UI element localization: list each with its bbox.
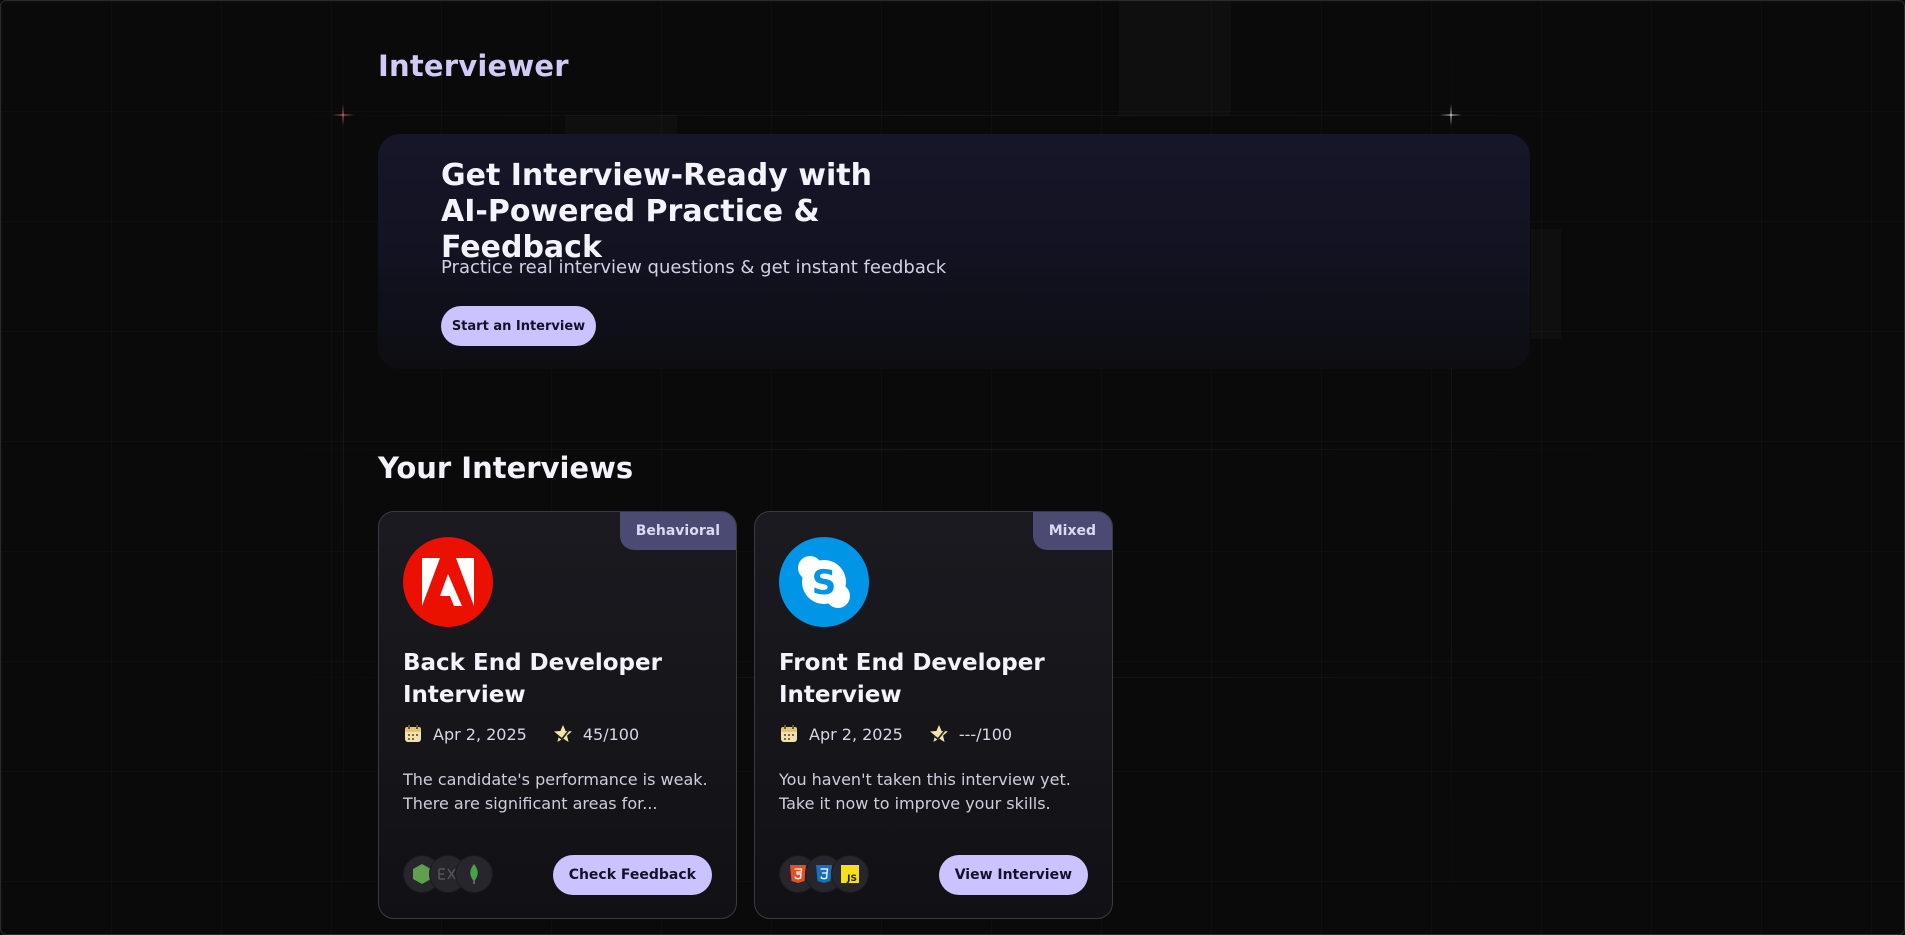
star-icon	[553, 725, 572, 742]
brand-logo[interactable]: Interviewer	[378, 49, 569, 83]
grid-line	[231, 449, 1671, 450]
tech-stack: JS	[779, 855, 869, 893]
grid-line	[343, 1, 344, 934]
adobe-icon	[403, 537, 493, 627]
hero-subtitle: Practice real interview questions & get …	[441, 257, 947, 278]
interview-title: Back End Developer Interview	[403, 650, 662, 708]
interview-description: You haven't taken this interview yet. Ta…	[779, 770, 1071, 813]
view-interview-button[interactable]: View Interview	[938, 855, 1088, 895]
tech-stack	[403, 855, 493, 893]
svg-text:JS: JS	[846, 874, 857, 883]
star-icon	[929, 725, 948, 742]
interview-card: Behavioral Back End Developer Interview	[378, 511, 737, 919]
background-tile	[1119, 1, 1231, 115]
start-interview-button[interactable]: Start an Interview	[441, 306, 596, 346]
interview-type-badge: Behavioral	[619, 512, 736, 550]
interview-score: 45/100	[582, 724, 640, 744]
interview-title: Front End Developer Interview	[779, 650, 1045, 708]
interview-meta: Apr 2, 2025 45/100	[403, 724, 639, 744]
javascript-icon: JS	[831, 855, 869, 893]
background-tile	[565, 115, 677, 135]
interview-meta: Apr 2, 2025 ---/100	[779, 724, 1012, 744]
interview-score: ---/100	[958, 724, 1013, 744]
check-feedback-button[interactable]: Check Feedback	[552, 855, 712, 895]
background-tile	[1531, 229, 1561, 339]
svg-text:S: S	[812, 563, 837, 603]
interview-card: Mixed S Front End Developer Interview Ap…	[754, 511, 1113, 919]
interview-description: The candidate's performance is weak. The…	[403, 770, 708, 813]
app-window: Interviewer Get Interview-Ready with AI-…	[0, 0, 1905, 935]
mongodb-icon	[455, 855, 493, 893]
hero-title: Get Interview-Ready with AI-Powered Prac…	[441, 158, 872, 265]
skype-icon: S	[779, 537, 869, 627]
interview-type-badge: Mixed	[1032, 512, 1112, 550]
calendar-icon	[405, 725, 421, 742]
sparkle-icon	[1440, 104, 1462, 126]
section-title: Your Interviews	[378, 451, 634, 485]
sparkle-icon	[332, 104, 354, 126]
interview-date: Apr 2, 2025	[433, 724, 527, 744]
hero-banner: Get Interview-Ready with AI-Powered Prac…	[378, 134, 1530, 369]
calendar-icon	[781, 725, 797, 742]
interview-date: Apr 2, 2025	[809, 724, 903, 744]
